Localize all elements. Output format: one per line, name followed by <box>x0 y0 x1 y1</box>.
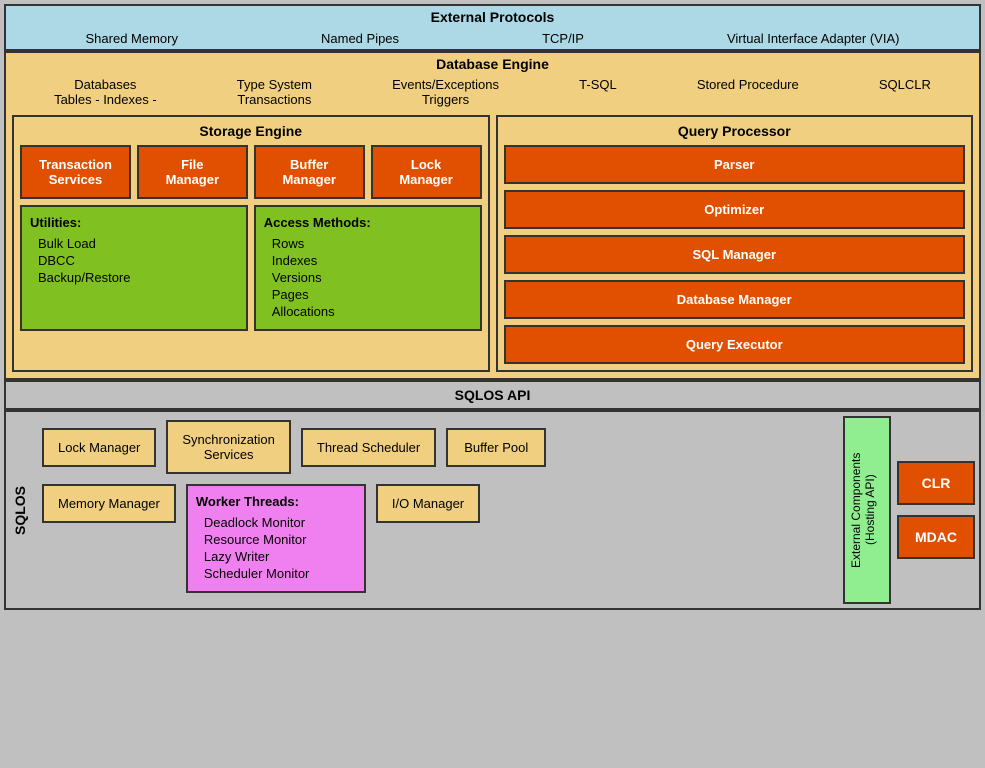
memory-manager-box: Memory Manager <box>42 484 176 523</box>
thread-scheduler-box: Thread Scheduler <box>301 428 436 467</box>
db-engine-header: DatabasesTables - Indexes - Type SystemT… <box>6 75 979 109</box>
access-pages: Pages <box>272 287 472 302</box>
external-protocols-section: External Protocols Shared Memory Named P… <box>4 4 981 51</box>
db-header-events: Events/ExceptionsTriggers <box>392 77 499 107</box>
db-engine-title: Database Engine <box>6 53 979 75</box>
parser-box: Parser <box>504 145 966 184</box>
query-processor: Query Processor Parser Optimizer SQL Man… <box>496 115 974 372</box>
sqlos-row1: Lock Manager SynchronizationServices Thr… <box>42 420 831 474</box>
sqlos-label: SQLOS <box>6 412 34 608</box>
deadlock-monitor: Deadlock Monitor <box>204 515 356 530</box>
storage-engine: Storage Engine TransactionServices FileM… <box>12 115 490 372</box>
buffer-manager-box: BufferManager <box>254 145 365 199</box>
utilities-title: Utilities: <box>30 215 238 230</box>
buffer-pool-box: Buffer Pool <box>446 428 546 467</box>
file-manager-box: FileManager <box>137 145 248 199</box>
utility-bulk-load: Bulk Load <box>38 236 238 251</box>
access-allocations: Allocations <box>272 304 472 319</box>
scheduler-monitor: Scheduler Monitor <box>204 566 356 581</box>
protocol-shared-memory: Shared Memory <box>86 31 178 46</box>
sync-services-box: SynchronizationServices <box>166 420 291 474</box>
mdac-box: MDAC <box>897 515 975 559</box>
access-methods-title: Access Methods: <box>264 215 472 230</box>
db-header-sqlclr: SQLCLR <box>879 77 931 107</box>
external-protocols-title: External Protocols <box>6 6 979 28</box>
external-components-box: External Components(Hosting API) <box>843 416 891 604</box>
access-rows: Rows <box>272 236 472 251</box>
worker-threads-box: Worker Threads: Deadlock Monitor Resourc… <box>186 484 366 593</box>
protocol-tcp-ip: TCP/IP <box>542 31 584 46</box>
access-indexes: Indexes <box>272 253 472 268</box>
query-executor-box: Query Executor <box>504 325 966 364</box>
utility-dbcc: DBCC <box>38 253 238 268</box>
engine-body: Storage Engine TransactionServices FileM… <box>6 109 979 378</box>
transaction-services-box: TransactionServices <box>20 145 131 199</box>
lock-manager-storage-box: LockManager <box>371 145 482 199</box>
access-methods-box: Access Methods: Rows Indexes Versions Pa… <box>254 205 482 331</box>
optimizer-box: Optimizer <box>504 190 966 229</box>
utility-backup-restore: Backup/Restore <box>38 270 238 285</box>
db-header-type-system: Type SystemTransactions <box>237 77 312 107</box>
db-header-stored-proc: Stored Procedure <box>697 77 799 107</box>
protocol-named-pipes: Named Pipes <box>321 31 399 46</box>
protocols-row: Shared Memory Named Pipes TCP/IP Virtual… <box>6 28 979 49</box>
lock-manager-sqlos-box: Lock Manager <box>42 428 156 467</box>
access-versions: Versions <box>272 270 472 285</box>
db-header-databases: DatabasesTables - Indexes - <box>54 77 157 107</box>
protocol-via: Virtual Interface Adapter (VIA) <box>727 31 899 46</box>
db-header-tsql: T-SQL <box>579 77 617 107</box>
lazy-writer: Lazy Writer <box>204 549 356 564</box>
sqlos-right-panel: External Components(Hosting API) CLR MDA… <box>839 412 979 608</box>
sqlos-section: SQLOS Lock Manager SynchronizationServic… <box>4 410 981 610</box>
clr-box: CLR <box>897 461 975 505</box>
worker-threads-title: Worker Threads: <box>196 494 356 509</box>
query-processor-title: Query Processor <box>504 123 966 139</box>
sqlos-api-bar: SQLOS API <box>4 380 981 410</box>
storage-engine-title: Storage Engine <box>20 123 482 139</box>
db-engine-section: Database Engine DatabasesTables - Indexe… <box>4 51 981 380</box>
database-manager-box: Database Manager <box>504 280 966 319</box>
sql-manager-box: SQL Manager <box>504 235 966 274</box>
io-manager-box: I/O Manager <box>376 484 480 523</box>
storage-bottom-row: Utilities: Bulk Load DBCC Backup/Restore… <box>20 205 482 331</box>
resource-monitor: Resource Monitor <box>204 532 356 547</box>
sqlos-content: Lock Manager SynchronizationServices Thr… <box>34 412 839 608</box>
sqlos-row2: Memory Manager Worker Threads: Deadlock … <box>42 484 831 593</box>
storage-top-row: TransactionServices FileManager BufferMa… <box>20 145 482 199</box>
utilities-box: Utilities: Bulk Load DBCC Backup/Restore <box>20 205 248 331</box>
